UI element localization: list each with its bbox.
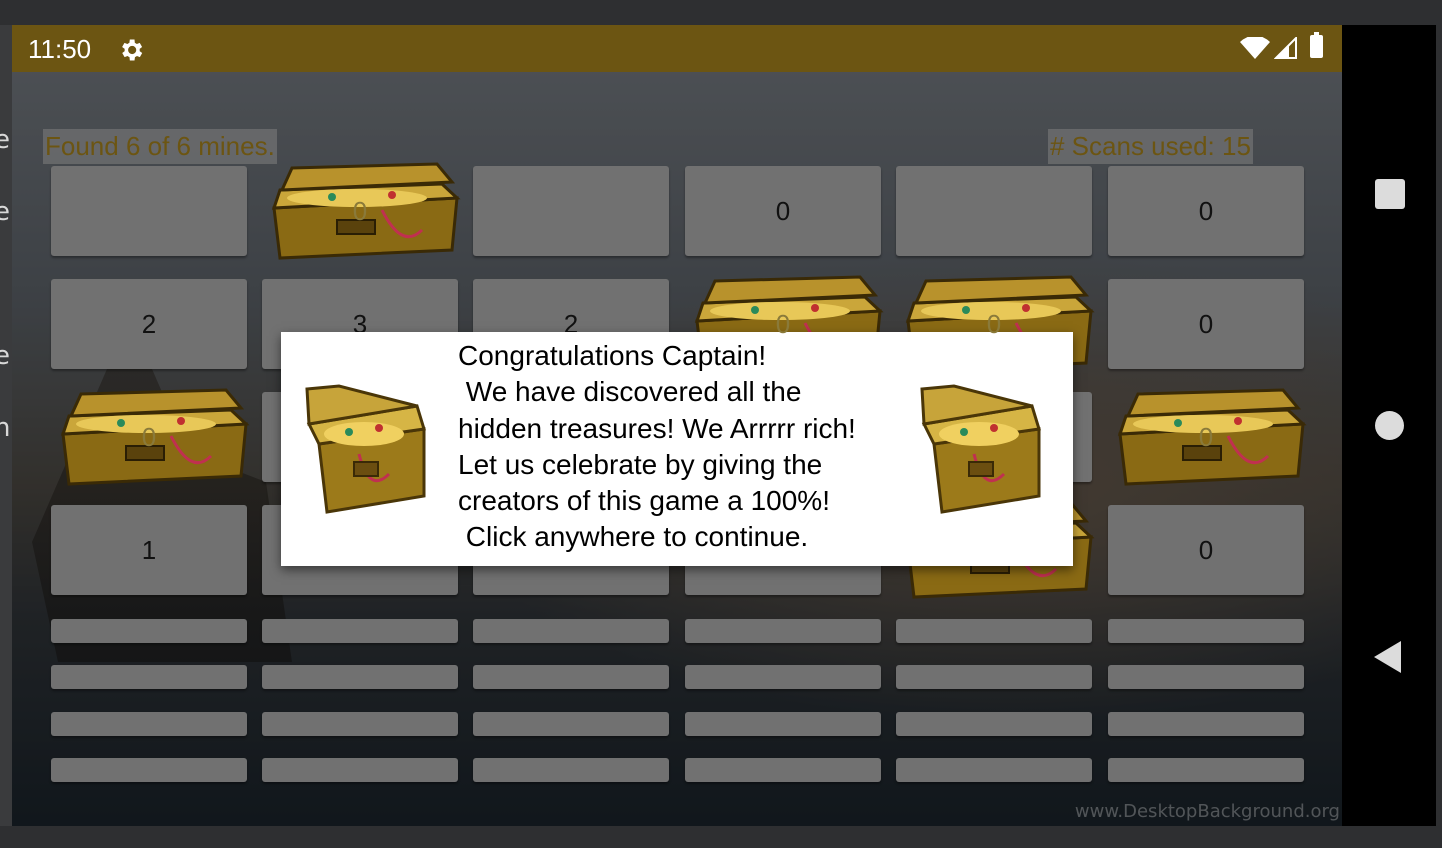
grid-cell[interactable] [51,166,247,256]
battery-icon [1310,32,1323,58]
scans-used-label: # Scans used: 15 [1048,129,1253,164]
cell-count: 0 [986,309,1002,339]
grid-cell-collapsed[interactable] [685,619,881,643]
background-watermark: www.DesktopBackground.org [1074,801,1340,822]
edge-glyph: n [0,413,11,443]
treasure-cell[interactable]: 0 [1108,388,1307,486]
grid-cell-collapsed[interactable] [473,758,669,782]
signal-icon [1274,37,1297,59]
status-bar: 11:50 [12,25,1342,72]
grid-cell-collapsed[interactable] [685,758,881,782]
grid-cell-collapsed[interactable] [1108,665,1304,689]
grid-cell-collapsed[interactable] [1108,619,1304,643]
status-time: 11:50 [28,34,92,64]
back-button[interactable] [1373,640,1403,674]
grid-cell-collapsed[interactable] [473,665,669,689]
edge-glyph: e [0,197,10,227]
grid-cell[interactable]: 2 [51,279,247,369]
cell-count: 0 [775,309,791,339]
grid-cell-collapsed[interactable] [473,712,669,736]
cell-count: 0 [352,196,368,226]
previous-screen-edge: e e e n [0,25,12,826]
home-button[interactable] [1375,411,1404,440]
mines-found-label: Found 6 of 6 mines. [43,129,277,164]
cell-count: 0 [1198,422,1214,452]
grid-cell-collapsed[interactable] [685,712,881,736]
grid-cell-collapsed[interactable] [262,712,458,736]
system-nav-bar [1342,25,1436,826]
victory-dialog[interactable]: Congratulations Captain! We have discove… [281,332,1073,566]
grid-cell-collapsed[interactable] [51,665,247,689]
grid-cell[interactable]: 0 [1108,505,1304,595]
grid-cell-collapsed[interactable] [685,665,881,689]
grid-cell[interactable]: 0 [1108,279,1304,369]
treasure-cell[interactable]: 0 [262,162,461,260]
grid-cell-collapsed[interactable] [262,758,458,782]
grid-cell-collapsed[interactable] [896,619,1092,643]
grid-cell[interactable]: 0 [685,166,881,256]
wifi-icon [1240,37,1270,59]
edge-glyph: e [0,341,10,371]
grid-cell-collapsed[interactable] [262,665,458,689]
victory-message: Congratulations Captain! We have discove… [458,340,856,553]
grid-cell[interactable] [473,166,669,256]
grid-cell-collapsed[interactable] [896,665,1092,689]
grid-cell-collapsed[interactable] [51,619,247,643]
grid-cell[interactable]: 0 [1108,166,1304,256]
grid-cell-collapsed[interactable] [262,619,458,643]
edge-glyph: e [0,125,10,155]
grid-cell-collapsed[interactable] [1108,758,1304,782]
grid-cell-collapsed[interactable] [51,758,247,782]
treasure-chest-icon [914,384,1054,518]
grid-cell[interactable]: 1 [51,505,247,595]
settings-gear-icon [122,39,143,61]
grid-cell-collapsed[interactable] [473,619,669,643]
treasure-cell[interactable]: 0 [51,388,250,486]
cell-count: 0 [141,422,157,452]
grid-cell[interactable] [896,166,1092,256]
grid-cell-collapsed[interactable] [51,712,247,736]
recents-button[interactable] [1375,179,1405,209]
grid-cell-collapsed[interactable] [896,758,1092,782]
grid-cell-collapsed[interactable] [896,712,1092,736]
grid-cell-collapsed[interactable] [1108,712,1304,736]
treasure-chest-icon [299,384,439,518]
